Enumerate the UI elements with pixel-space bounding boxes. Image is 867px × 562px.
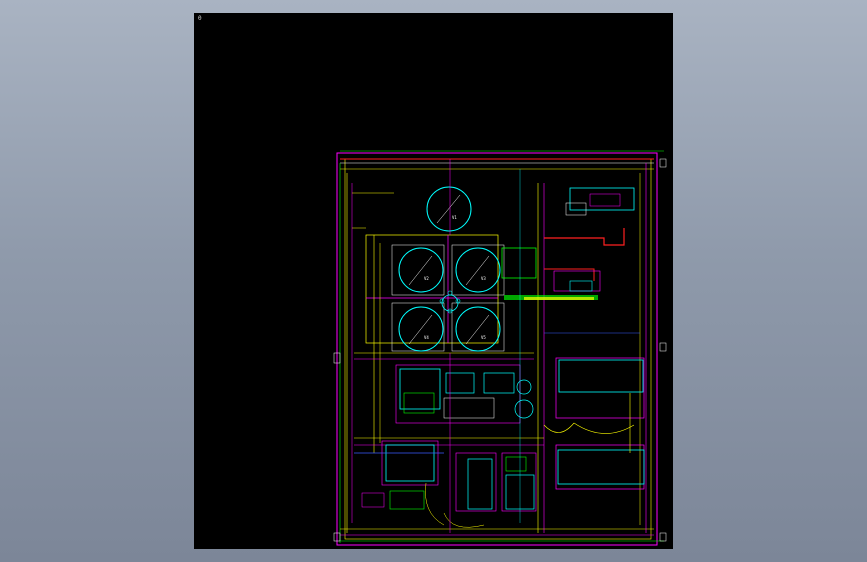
building-upper-right bbox=[569, 187, 635, 211]
tank-cell bbox=[391, 302, 445, 352]
tank-4 bbox=[398, 306, 444, 352]
building-lower-left-3 bbox=[361, 492, 385, 508]
building-right-large-2-inner bbox=[557, 449, 645, 485]
building-process-4 bbox=[403, 392, 435, 414]
tank-5 bbox=[455, 306, 501, 352]
outer-frame bbox=[336, 152, 658, 546]
building-lower-left-2 bbox=[389, 490, 425, 510]
tank-cell bbox=[451, 302, 505, 352]
building-mid-right-inner bbox=[569, 280, 593, 292]
yellow-pipe-band bbox=[524, 297, 594, 300]
cad-drawing-viewport[interactable]: 0 V1 V2 V3 V4 V5 bbox=[194, 13, 673, 549]
tank-3 bbox=[455, 247, 501, 293]
curved-road bbox=[425, 482, 445, 526]
tank-1 bbox=[426, 186, 472, 232]
building-green bbox=[501, 247, 537, 279]
curved-road bbox=[573, 422, 635, 434]
central-hub-node bbox=[447, 290, 453, 296]
process-tank bbox=[514, 399, 534, 419]
red-pipe bbox=[544, 228, 625, 246]
building-lower-left-outer bbox=[381, 440, 439, 486]
tank-label: V1 bbox=[452, 215, 457, 220]
building-lower-mid-3 bbox=[505, 456, 527, 472]
tank-label: V4 bbox=[424, 335, 429, 340]
curved-road bbox=[543, 422, 575, 433]
inner-frame bbox=[344, 158, 652, 540]
building-upper-right-small bbox=[565, 202, 587, 216]
building-lower-mid-2 bbox=[501, 452, 537, 512]
site-plan-drawing: V1 V2 V3 V4 V5 bbox=[333, 150, 667, 546]
gate-marker bbox=[659, 158, 667, 168]
building-right-large-1 bbox=[555, 357, 645, 419]
building-right-large-1-inner bbox=[558, 359, 644, 393]
building-right-large-2 bbox=[555, 444, 645, 490]
building-lower-mid-1 bbox=[455, 452, 497, 512]
tank-label: V3 bbox=[481, 276, 486, 281]
building-lower-left bbox=[385, 444, 435, 482]
building-process-outer bbox=[395, 364, 521, 424]
building-process-3 bbox=[483, 372, 515, 394]
tank-cell bbox=[391, 244, 445, 296]
building-lower-mid-1-inner bbox=[467, 458, 493, 510]
tank-2 bbox=[398, 247, 444, 293]
tank-label: V2 bbox=[424, 276, 429, 281]
process-tank bbox=[516, 379, 532, 395]
building-process-5 bbox=[443, 397, 495, 419]
building-upper-right-inner bbox=[589, 193, 621, 207]
gate-marker bbox=[659, 532, 667, 542]
gate-marker bbox=[659, 342, 667, 352]
tank-label: V5 bbox=[481, 335, 486, 340]
